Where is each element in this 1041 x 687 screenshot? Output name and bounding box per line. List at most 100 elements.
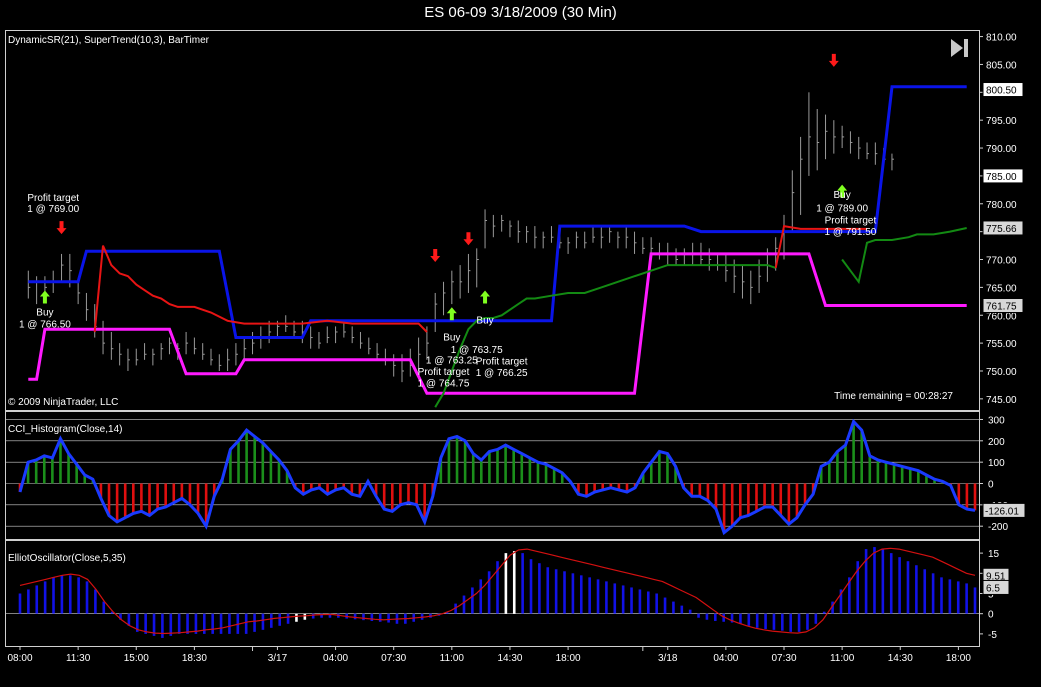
cci-panel-label: CCI_Histogram(Close,14) xyxy=(8,424,122,435)
elliot-bar xyxy=(638,589,642,614)
elliot-bar xyxy=(605,581,608,614)
trade-annotation: 1 @ 766.25 xyxy=(476,368,528,379)
end-bar-icon[interactable] xyxy=(964,39,968,57)
elliot-bar xyxy=(261,613,265,630)
elliot-bar xyxy=(596,579,600,614)
elliot-bar xyxy=(881,549,885,614)
x-tick-label: 11:30 xyxy=(66,653,91,664)
cci-value-label: -126.01 xyxy=(985,506,1019,517)
elliot-bar xyxy=(68,575,72,614)
elliot-bar xyxy=(915,565,918,614)
elliot-bar xyxy=(822,611,826,614)
chart-canvas: Profit target1 @ 769.00Buy1 @ 766.50Buy1… xyxy=(5,30,1026,664)
elliot-y-tick-label: 0 xyxy=(988,610,994,621)
copyright-label: © 2009 NinjaTrader, LLC xyxy=(8,397,118,408)
trade-annotation: Buy xyxy=(443,332,460,343)
cci-layer xyxy=(18,418,977,536)
elliot-bar xyxy=(462,595,466,614)
elliot-bar xyxy=(906,561,910,614)
price-value-label: 785.00 xyxy=(986,172,1017,183)
elliot-bar xyxy=(956,581,960,614)
cci-y-tick-label: 0 xyxy=(988,480,994,491)
elliot-bar xyxy=(546,567,550,614)
elliot-bar xyxy=(739,613,742,624)
price-y-tick-label: 805.00 xyxy=(986,60,1017,71)
price-y-tick-label: 770.00 xyxy=(986,256,1017,267)
elliot-panel-frame xyxy=(5,540,980,647)
price-y-tick-label: 755.00 xyxy=(986,339,1017,350)
elliot-bar xyxy=(362,613,365,621)
elliot-bar xyxy=(378,613,382,622)
axis-layer: 810.00805.00800.00795.00790.00785.00780.… xyxy=(7,33,1026,664)
elliot-bar xyxy=(814,613,818,624)
trade-annotation: 1 @ 766.50 xyxy=(19,320,71,331)
price-layer: Profit target1 @ 769.00Buy1 @ 766.50Buy1… xyxy=(19,53,967,408)
elliot-bar xyxy=(512,551,516,614)
elliot-bar xyxy=(186,613,189,634)
elliot-bar xyxy=(621,585,625,614)
elliot-bar xyxy=(646,591,650,614)
elliot-bar xyxy=(764,613,767,630)
elliot-bar xyxy=(630,587,633,614)
elliot-y-tick-label: 15 xyxy=(988,549,1000,560)
price-value-label: 775.66 xyxy=(986,224,1017,235)
elliot-bar xyxy=(35,585,39,614)
trade-annotation: Profit target xyxy=(27,193,79,204)
price-series-line xyxy=(93,245,428,333)
x-tick-label: 07:30 xyxy=(771,653,796,664)
elliot-bar xyxy=(77,577,80,614)
elliot-bar xyxy=(781,613,784,631)
elliot-bar xyxy=(940,577,943,614)
price-y-tick-label: 795.00 xyxy=(986,116,1017,127)
elliot-panel-label: ElliotOscillator(Close,5,35) xyxy=(8,553,126,564)
elliot-bar xyxy=(931,573,935,614)
elliot-bar xyxy=(27,589,30,614)
elliot-bar xyxy=(52,577,55,614)
price-panel-label: DynamicSR(21), SuperTrend(10,3), BarTime… xyxy=(8,35,210,46)
elliot-bar xyxy=(797,613,801,632)
price-series-line xyxy=(434,264,777,408)
elliot-bar xyxy=(94,589,97,614)
x-tick-label: 11:00 xyxy=(830,653,855,664)
x-tick-label: 07:30 xyxy=(381,653,406,664)
x-tick-label: 3/17 xyxy=(268,653,288,664)
cci-panel-frame xyxy=(5,411,980,540)
price-y-tick-label: 765.00 xyxy=(986,283,1017,294)
elliot-bar xyxy=(228,613,231,634)
x-tick-label: 18:00 xyxy=(556,653,581,664)
elliot-bar xyxy=(202,613,206,634)
elliot-bar xyxy=(253,613,256,632)
price-y-tick-label: 790.00 xyxy=(986,144,1017,155)
buy-arrow-icon xyxy=(446,307,457,321)
cci-y-tick-label: -200 xyxy=(988,522,1008,533)
trade-annotation: 1 @ 791.50 xyxy=(825,227,877,238)
trade-annotation: 1 @ 763.25 xyxy=(426,356,478,367)
x-tick-label: 14:30 xyxy=(497,653,522,664)
elliot-bar xyxy=(554,569,558,614)
x-tick-label: 04:00 xyxy=(323,653,348,664)
buy-arrow-icon xyxy=(39,290,50,304)
elliot-bar xyxy=(588,577,591,614)
elliot-bar xyxy=(571,573,575,614)
scroll-to-end-button[interactable] xyxy=(946,36,972,60)
elliot-bar xyxy=(755,613,759,628)
elliot-bar xyxy=(270,613,273,628)
trade-annotation: Profit target xyxy=(418,367,470,378)
cci-y-tick-label: 300 xyxy=(988,415,1005,426)
elliot-bar xyxy=(923,569,927,614)
elliot-bar xyxy=(538,563,541,614)
elliot-bar xyxy=(295,613,298,622)
x-tick-label: 3/18 xyxy=(658,653,678,664)
elliot-bar xyxy=(579,575,583,614)
elliot-bar xyxy=(789,613,793,632)
elliot-bar xyxy=(353,613,357,620)
elliot-bar xyxy=(747,613,751,626)
trade-annotation: 1 @ 764.75 xyxy=(418,379,470,390)
elliot-bar xyxy=(973,587,977,614)
cci-y-tick-label: 200 xyxy=(988,437,1005,448)
sell-arrow-icon xyxy=(430,248,441,262)
elliot-bar xyxy=(655,593,658,614)
elliot-y-tick-label: -5 xyxy=(988,630,997,641)
elliot-bar xyxy=(387,613,390,623)
price-y-tick-label: 810.00 xyxy=(986,33,1017,44)
